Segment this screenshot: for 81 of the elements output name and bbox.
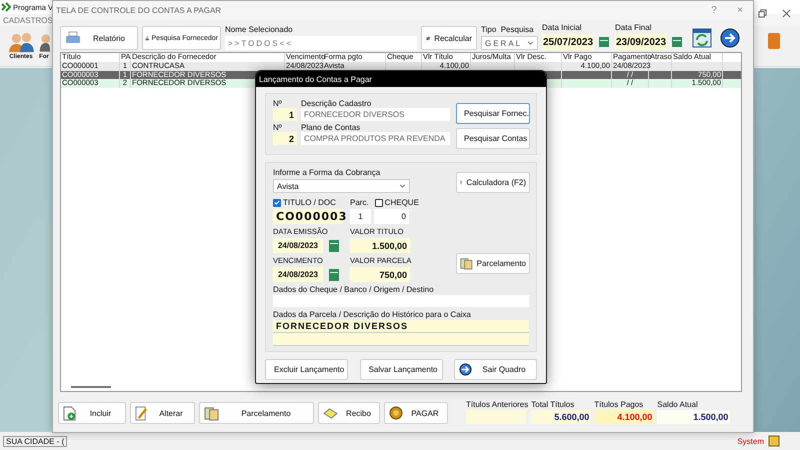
tray-icon[interactable] <box>768 435 780 447</box>
dialog-button[interactable]: Sair Quadro <box>454 359 537 380</box>
start-date-field[interactable]: 25/07/2023 <box>542 34 594 50</box>
window-title: TELA DE CONTROLE DO CONTAS A PAGAR <box>56 6 222 15</box>
field-label: Nº <box>273 123 283 132</box>
search-type-dropdown[interactable]: GERAL <box>481 36 538 50</box>
number-field[interactable]: 1 <box>273 108 297 121</box>
field-label: Dados da Parcela / Descrição do Histórico para o Caixa <box>273 310 472 319</box>
issue-date-field[interactable]: 24/08/2023 <box>273 238 323 253</box>
report-button[interactable]: Relatório <box>60 26 138 50</box>
field-label: Data Final <box>615 23 652 32</box>
calendar-icon[interactable] <box>672 37 682 47</box>
field-label: Informe a Forma da Cobrança <box>273 168 382 177</box>
documents-icon <box>204 406 219 420</box>
installments-button[interactable]: Parcelamento <box>456 253 530 274</box>
scrollbar-thumb[interactable] <box>71 386 111 388</box>
status-text: System <box>737 436 764 446</box>
payment-method-dropdown[interactable]: Avista <box>273 179 410 193</box>
due-date-field[interactable]: 24/08/2023 <box>273 267 323 282</box>
dialog-title: Lançamento do Contas a Pagar <box>256 71 546 87</box>
document-number-field[interactable]: CO000003 <box>273 209 343 224</box>
arrow-right-icon[interactable] <box>720 28 740 48</box>
doc-checkbox[interactable]: TITULO / DOC <box>273 198 350 207</box>
field-label: Data Inicial <box>542 23 583 32</box>
action-button[interactable]: Incluir <box>58 402 126 424</box>
arrow-right-icon <box>459 363 472 376</box>
field-label: Dados do Cheque / Banco / Origem / Destino <box>273 285 435 294</box>
menu-item[interactable]: CADASTROS <box>3 16 53 24</box>
total-field: 1.500,00 <box>657 410 730 424</box>
installment-number-field[interactable]: 1 <box>350 209 371 224</box>
search-accounts-button[interactable]: Pesquisar Contas <box>456 128 530 149</box>
total-label: Títulos Pagos <box>594 400 644 409</box>
calendar-icon[interactable] <box>329 240 339 252</box>
refresh-window-icon[interactable] <box>692 28 712 48</box>
action-button[interactable]: PAGAR <box>384 402 448 424</box>
calendar-icon[interactable] <box>599 37 609 47</box>
total-label: Total Títulos <box>531 400 576 409</box>
total-label: Saldo Atual <box>657 400 699 409</box>
description-field[interactable]: FORNECEDOR DIVERSOS <box>301 108 450 121</box>
close-icon[interactable] <box>782 9 791 18</box>
action-button[interactable]: Alterar <box>130 402 195 424</box>
dialog-button[interactable]: Salvar Lançamento <box>360 359 442 380</box>
field-label: Descrição Cadastro <box>301 99 372 108</box>
dialog-button[interactable]: Excluir Lançamento <box>265 359 348 380</box>
recalculate-button[interactable]: Recalcular <box>421 26 477 50</box>
installment-value-field[interactable]: 750,00 <box>350 267 410 282</box>
total-label: Títulos Anteriores <box>466 400 528 409</box>
field-label: Tipo Pesquisa <box>481 25 535 34</box>
search-supplier-button[interactable]: Pesquisar Fornec. <box>456 103 530 124</box>
coin-icon <box>389 406 403 420</box>
total-field <box>466 410 526 424</box>
name-field[interactable]: >>TODOS<< <box>225 36 417 50</box>
checkmark-icon <box>274 199 280 206</box>
chevron-down-icon <box>399 184 406 188</box>
cheque-number-field[interactable]: 0 <box>374 209 409 224</box>
documents-icon <box>460 256 473 271</box>
action-button[interactable]: Parcelamento <box>199 402 314 424</box>
status-text: SUA CIDADE - ( <box>3 436 68 446</box>
calendar-icon[interactable] <box>329 268 339 280</box>
restore-icon[interactable] <box>758 9 767 18</box>
field-label: Parc. <box>350 198 369 207</box>
calculator-button[interactable]: Calculadora (F2) <box>456 172 530 193</box>
end-date-field[interactable]: 23/09/2023 <box>615 34 667 50</box>
number-field[interactable]: 2 <box>273 132 297 145</box>
total-field: 4.100,00 <box>594 410 654 424</box>
people-icon <box>6 32 36 54</box>
printer-icon <box>65 31 81 45</box>
chevron-down-icon <box>527 41 534 45</box>
field-label: Nº <box>273 99 283 108</box>
field-label: Nome Selecionado <box>225 25 294 34</box>
field-label: Plano de Contas <box>301 123 362 132</box>
action-button[interactable]: Recibo <box>318 402 380 424</box>
pencil-icon <box>135 406 148 420</box>
app-logo-icon <box>1 2 11 12</box>
total-field: 5.600,00 <box>531 410 592 424</box>
document-plus-icon <box>63 406 76 420</box>
person-icon <box>38 32 50 54</box>
title-value-field[interactable]: 1.500,00 <box>350 238 410 253</box>
description-field[interactable]: COMPRA PRODUTOS PRA REVENDA <box>301 132 450 145</box>
cheque-checkbox[interactable]: CHEQUE <box>374 198 419 207</box>
ticket-icon <box>323 408 338 418</box>
